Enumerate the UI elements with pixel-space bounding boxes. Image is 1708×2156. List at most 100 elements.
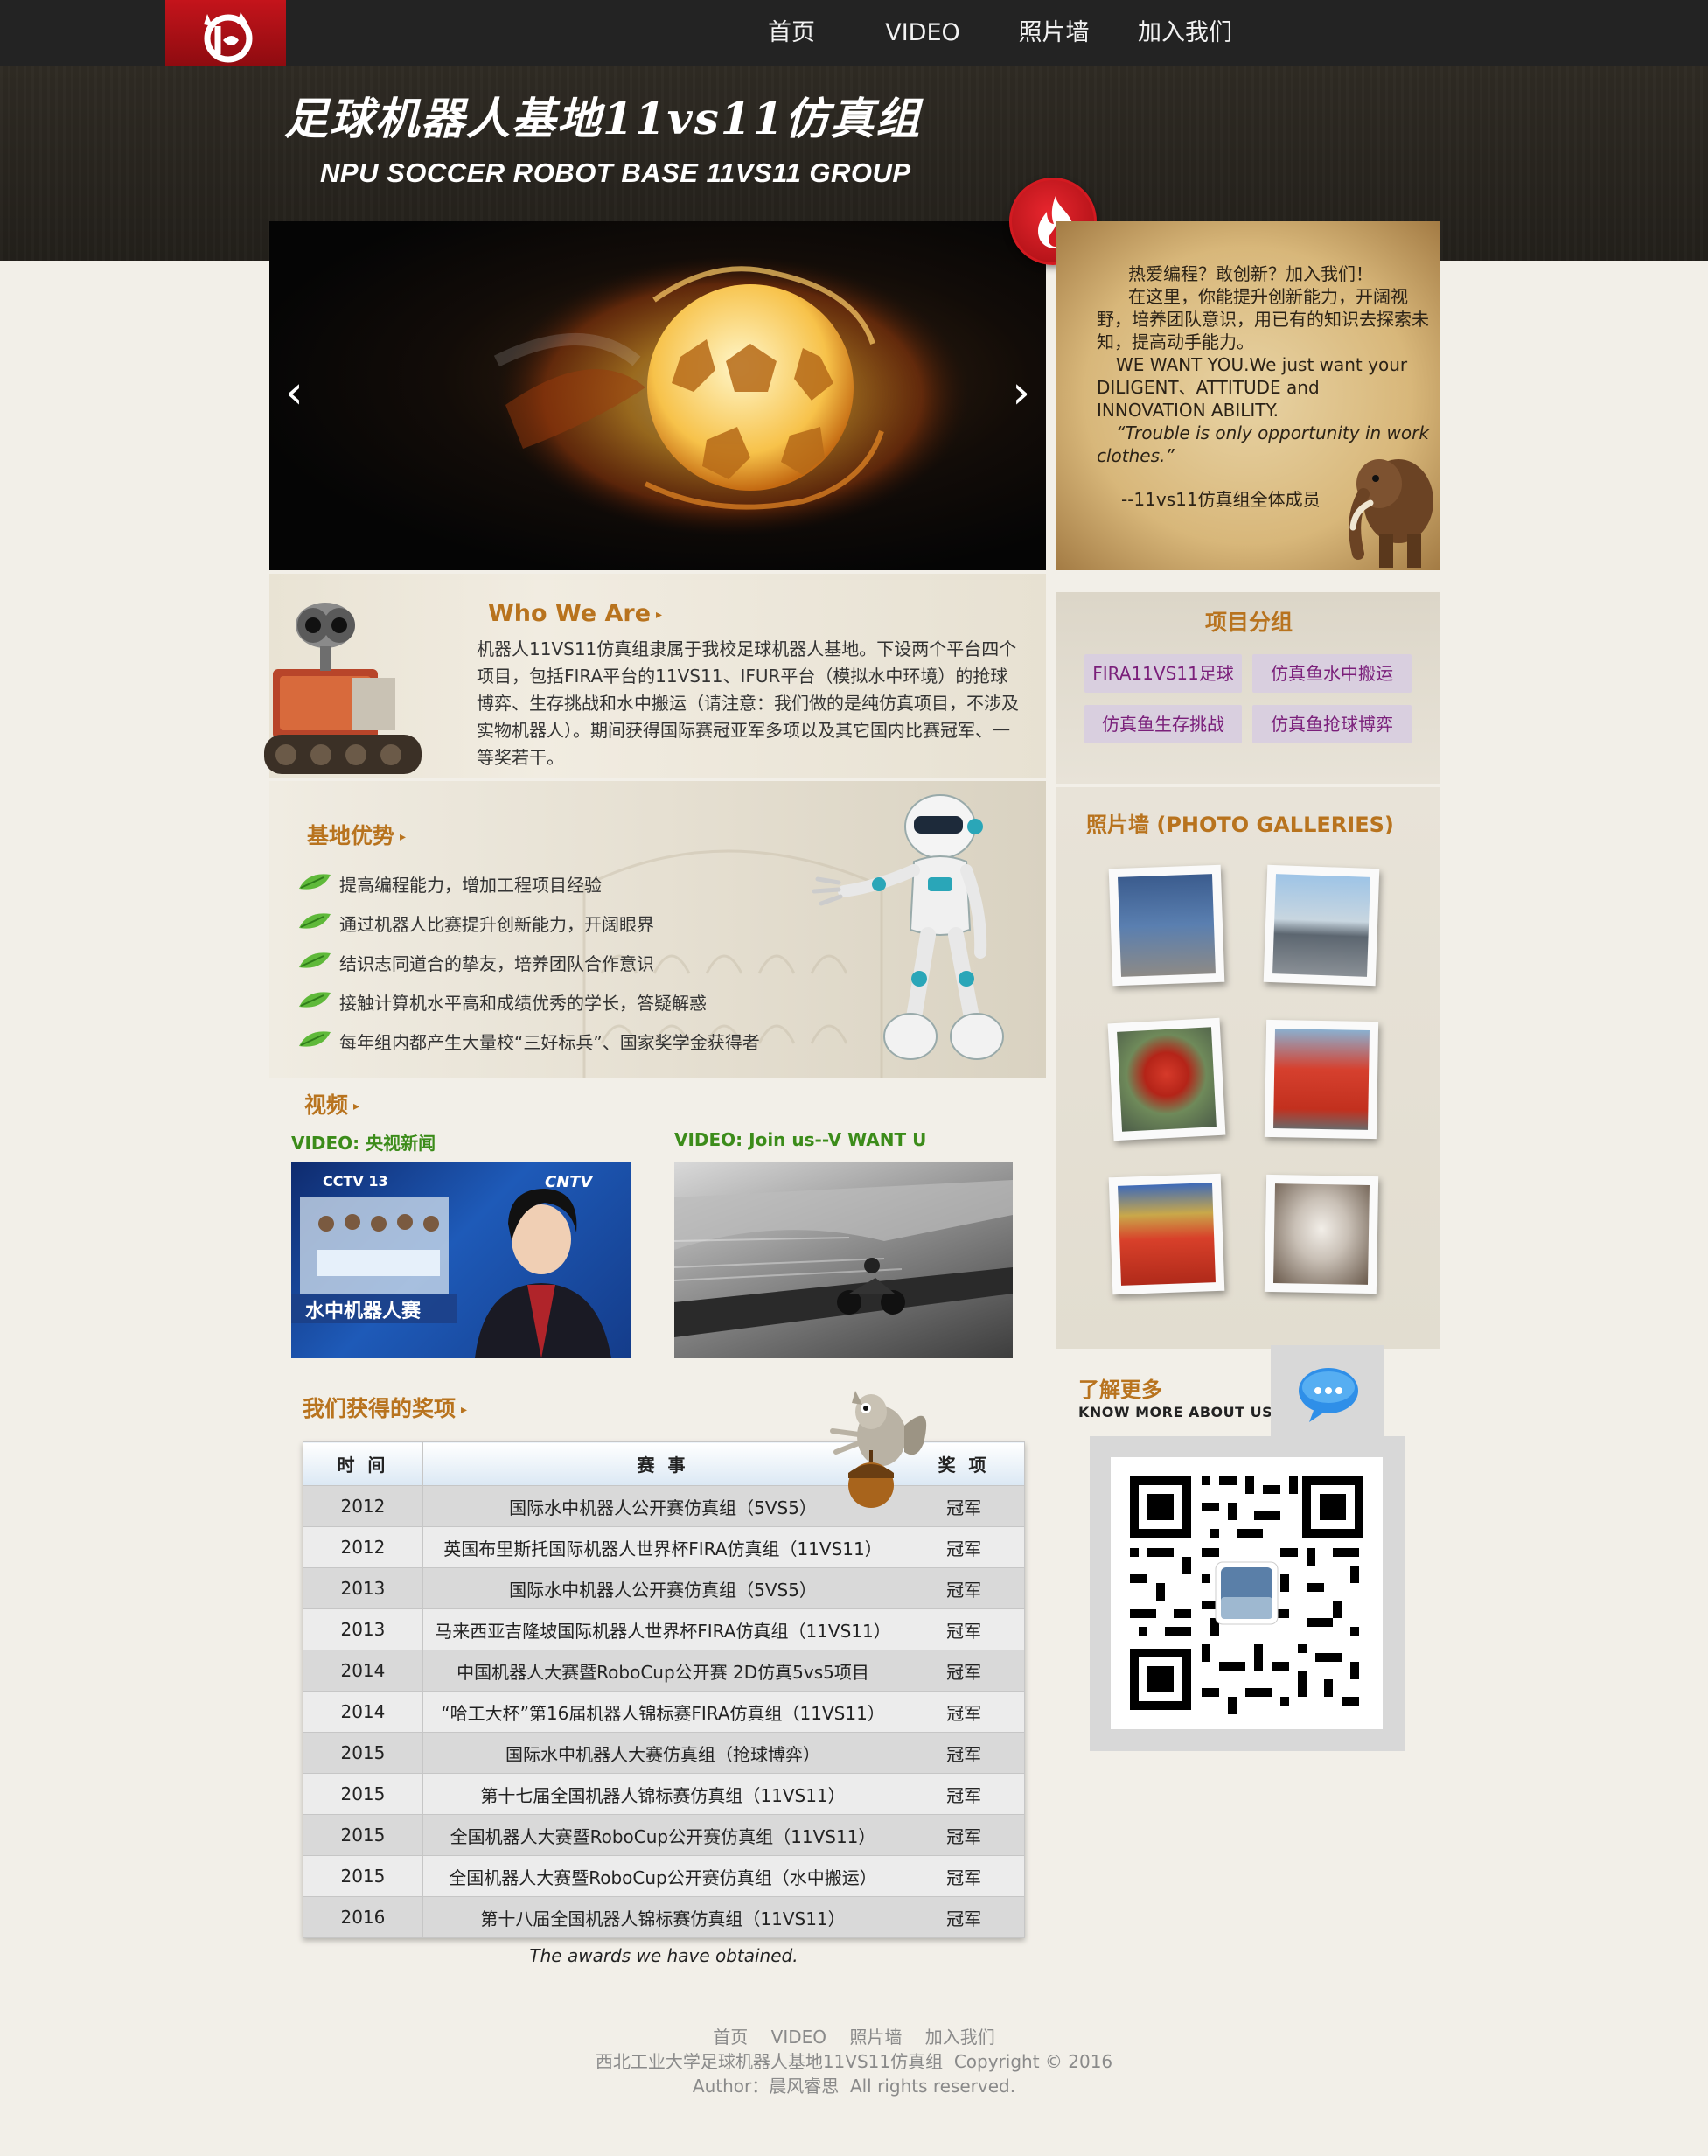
site-title: 足球机器人基地11vs11仿真组 [284,93,922,144]
recruit-line-2: 在这里，你能提升创新能力，开阔视野，培养团队意识，用已有的知识去探索未知，提高动… [1097,286,1429,352]
gallery-photo-4[interactable] [1264,1019,1379,1140]
videos-title-text: 视频 [304,1092,349,1118]
who-we-are-title: Who We Are ▸ [488,600,662,627]
walle-robot-image [264,603,422,774]
main-nav: 首页 VIDEO 照片墙 加入我们 [726,0,1251,66]
gallery-photo-6[interactable] [1264,1174,1379,1294]
group-chip-fira[interactable]: FIRA11VS11足球 [1084,654,1242,693]
table-row: 2013 国际水中机器人公开赛仿真组（5VS5） 冠军 [303,1567,1025,1609]
footer-nav: 首页 VIDEO 照片墙 加入我们 [0,2025,1708,2049]
group-chip-fish-ball[interactable]: 仿真鱼抢球博弈 [1252,705,1412,743]
advantage-item: 结识志同道合的挚友，培养团队合作意识 [297,945,787,980]
learn-more-title: 了解更多 [1078,1378,1162,1402]
table-header-cell: 时 间 [303,1441,423,1486]
photo-gallery-title: 照片墙 (PHOTO GALLERIES) [1086,813,1394,837]
table-cell: 冠军 [903,1814,1025,1856]
table-cell: 第十七届全国机器人锦标赛仿真组（11VS11） [422,1773,904,1815]
chat-tab[interactable] [1271,1345,1384,1436]
table-cell: 马来西亚吉隆坡国际机器人世界杯FIRA仿真组（11VS11） [422,1608,904,1650]
advantage-text: 提高编程能力，增加工程项目经验 [339,875,602,896]
awards-caption: The awards we have obtained. [529,1945,798,1966]
videos-title: 视频 ▸ [304,1088,359,1120]
table-cell: 冠军 [903,1567,1025,1609]
leaf-bullet-icon [299,1031,331,1047]
advantage-text: 接触计算机水平高和成绩优秀的学长，答疑解惑 [339,993,707,1014]
table-cell: 2012 [303,1526,423,1568]
photo-image [1117,1027,1217,1132]
white-robot-image [812,794,1004,1060]
footer-link-join-us[interactable]: 加入我们 [925,2027,995,2048]
who-we-are-text: 机器人11VS11仿真组隶属于我校足球机器人基地。下设两个平台四个项目，包括FI… [477,638,1019,768]
advantage-text: 通过机器人比赛提升创新能力，开阔眼界 [339,914,654,935]
table-cell: 2013 [303,1567,423,1609]
flaming-ball-image [488,239,978,557]
triangle-right-icon: ▸ [400,830,407,844]
advantage-text: 每年组内都产生大量校“三好标兵”、国家奖学金获得者 [339,1032,760,1053]
video-thumbnail-join-us[interactable] [674,1162,1013,1358]
chat-bubble-icon [1299,1368,1358,1422]
awards-table: 时 间 赛 事 奖 项 2012 国际水中机器人公开赛仿真组（5VS5） 冠军 20… [303,1441,1025,1938]
group-chip-fish-transport[interactable]: 仿真鱼水中搬运 [1252,654,1412,693]
footer-link-home[interactable]: 首页 [713,2027,748,2048]
footer-link-video[interactable]: VIDEO [771,2027,826,2048]
nav-photo-wall[interactable]: 照片墙 [988,0,1119,66]
advantage-text: 结识志同道合的挚友，培养团队合作意识 [339,953,654,974]
triangle-right-icon: ▸ [461,1403,468,1417]
video-label-join-us[interactable]: VIDEO: Join us--V WANT U [674,1129,926,1150]
table-cell: 国际水中机器人公开赛仿真组（5VS5） [422,1567,904,1609]
table-cell: 冠军 [903,1896,1025,1938]
advantages-title-text: 基地优势 [307,823,395,848]
table-row: 2012 英国布里斯托国际机器人世界杯FIRA仿真组（11VS11） 冠军 [303,1526,1025,1568]
squirrel-acorn-image [830,1391,927,1508]
table-row: 2015 全国机器人大赛暨RoboCup公开赛仿真组（11VS11） 冠军 [303,1814,1025,1856]
gallery-photo-3[interactable] [1107,1017,1226,1141]
leaf-bullet-icon [299,874,331,890]
qr-code[interactable] [1111,1457,1383,1729]
cat-logo-icon [204,12,253,63]
awards-title-text: 我们获得的奖项 [303,1396,457,1421]
gallery-photo-5[interactable] [1108,1173,1225,1295]
table-cell: 2016 [303,1896,423,1938]
table-cell: 冠军 [903,1691,1025,1733]
photo-image [1118,1183,1216,1286]
gallery-photo-1[interactable] [1108,864,1225,987]
qr-code-image [1130,1476,1363,1714]
advantage-item: 通过机器人比赛提升创新能力，开阔眼界 [297,905,787,940]
recruit-line-1: 热爱编程？敢创新？加入我们！ [1128,263,1373,284]
table-row: 2015 国际水中机器人大赛仿真组（抢球博弈） 冠军 [303,1732,1025,1774]
table-row: 2015 全国机器人大赛暨RoboCup公开赛仿真组（水中搬运） 冠军 [303,1855,1025,1897]
table-row: 2015 第十七届全国机器人锦标赛仿真组（11VS11） 冠军 [303,1773,1025,1815]
table-cell: 冠军 [903,1732,1025,1774]
table-cell: 2015 [303,1773,423,1815]
group-chip-fish-survival[interactable]: 仿真鱼生存挑战 [1084,705,1242,743]
video-label-cctv[interactable]: VIDEO: 央视新闻 [291,1129,436,1155]
leaf-bullet-icon [299,992,331,1008]
table-row: 2014 中国机器人大赛暨RoboCup公开赛 2D仿真5vs5项目 冠军 [303,1650,1025,1692]
table-cell: 中国机器人大赛暨RoboCup公开赛 2D仿真5vs5项目 [422,1650,904,1692]
slider-prev-button[interactable]: ‹ [285,370,303,415]
nav-video[interactable]: VIDEO [857,0,988,66]
table-cell: 2015 [303,1855,423,1897]
leaf-bullet-icon [299,913,331,929]
triangle-right-icon: ▸ [353,1099,360,1113]
table-cell: 冠军 [903,1608,1025,1650]
video-caption-cctv: 水中机器人赛 [305,1301,422,1322]
table-cell: 2013 [303,1608,423,1650]
video-thumbnail-cctv[interactable]: CCTV 13 CNTV 水中机器人赛 [291,1162,631,1358]
gallery-photo-2[interactable] [1263,864,1380,987]
photo-image [1118,874,1216,977]
site-logo[interactable] [165,0,286,66]
table-row: 2013 马来西亚吉隆坡国际机器人世界杯FIRA仿真组（11VS11） 冠军 [303,1608,1025,1650]
site-subtitle: NPU SOCCER ROBOT BASE 11VS11 GROUP [320,157,911,188]
cntv-logo: CNTV [545,1173,593,1191]
footer-link-photo-wall[interactable]: 照片墙 [849,2027,902,2048]
nav-join-us[interactable]: 加入我们 [1119,0,1251,66]
slider-next-button[interactable]: › [1012,370,1030,415]
who-we-are-title-text: Who We Are [488,600,652,627]
table-cell: “哈工大杯”第16届机器人锦标赛FIRA仿真组（11VS11） [422,1691,904,1733]
nav-home[interactable]: 首页 [726,0,857,66]
table-cell: 全国机器人大赛暨RoboCup公开赛仿真组（11VS11） [422,1814,904,1856]
news-anchor-image [291,1189,611,1358]
table-cell: 2015 [303,1814,423,1856]
image-slider[interactable]: ‹ › [269,221,1046,570]
